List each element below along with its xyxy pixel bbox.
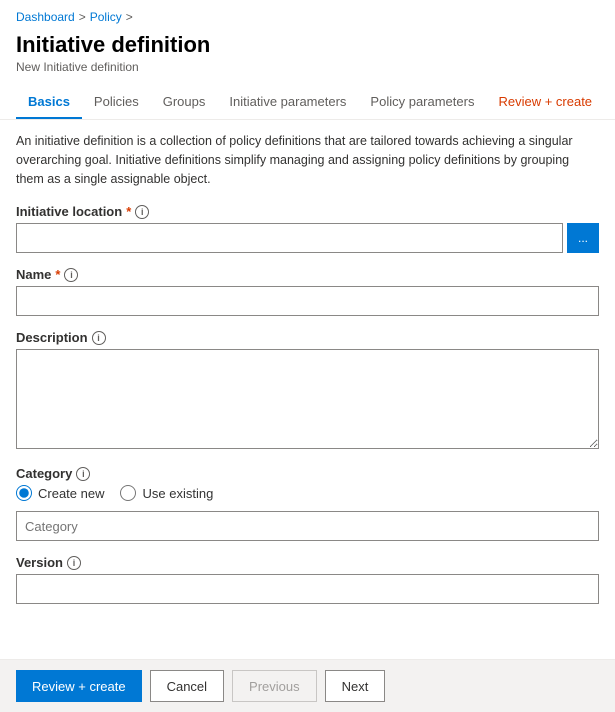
description-label: Description i (16, 330, 599, 345)
category-use-existing-label: Use existing (142, 486, 213, 501)
category-create-new-radio[interactable] (16, 485, 32, 501)
tab-policies[interactable]: Policies (82, 86, 151, 119)
category-create-new-label: Create new (38, 486, 104, 501)
version-label: Version i (16, 555, 599, 570)
category-radio-group: Create new Use existing (16, 485, 599, 501)
breadcrumb-sep-1: > (79, 10, 86, 24)
version-input[interactable] (16, 574, 599, 604)
tabs-container: Basics Policies Groups Initiative parame… (0, 86, 615, 120)
tab-review-create[interactable]: Review + create (486, 86, 604, 119)
name-label: Name * i (16, 267, 599, 282)
next-button[interactable]: Next (325, 670, 386, 702)
initiative-location-label: Initiative location * i (16, 204, 599, 219)
review-create-button[interactable]: Review + create (16, 670, 142, 702)
tab-groups[interactable]: Groups (151, 86, 218, 119)
page-subtitle: New Initiative definition (16, 60, 599, 74)
required-marker: * (126, 204, 131, 219)
page-header: Initiative definition New Initiative def… (0, 28, 615, 76)
cancel-button[interactable]: Cancel (150, 670, 224, 702)
page-title: Initiative definition (16, 32, 599, 58)
breadcrumb-dashboard[interactable]: Dashboard (16, 10, 75, 24)
tab-initiative-parameters[interactable]: Initiative parameters (217, 86, 358, 119)
tab-basics[interactable]: Basics (16, 86, 82, 119)
name-input[interactable] (16, 286, 599, 316)
main-content: An initiative definition is a collection… (0, 120, 615, 630)
breadcrumb-sep-2: > (126, 10, 133, 24)
initiative-location-input[interactable] (16, 223, 563, 253)
initiative-location-info-icon[interactable]: i (135, 205, 149, 219)
description-text: An initiative definition is a collection… (16, 132, 599, 188)
description-input[interactable] (16, 349, 599, 449)
breadcrumb: Dashboard > Policy > (0, 0, 615, 28)
category-label: Category i (16, 466, 599, 481)
category-create-new-option[interactable]: Create new (16, 485, 104, 501)
category-info-icon[interactable]: i (76, 467, 90, 481)
footer: Review + create Cancel Previous Next (0, 659, 615, 712)
name-group: Name * i (16, 267, 599, 316)
name-required-marker: * (55, 267, 60, 282)
description-group: Description i (16, 330, 599, 452)
name-info-icon[interactable]: i (64, 268, 78, 282)
description-info-icon[interactable]: i (92, 331, 106, 345)
category-use-existing-option[interactable]: Use existing (120, 485, 213, 501)
initiative-location-group: Initiative location * i ... (16, 204, 599, 253)
browse-button[interactable]: ... (567, 223, 599, 253)
category-use-existing-radio[interactable] (120, 485, 136, 501)
previous-button: Previous (232, 670, 317, 702)
category-input[interactable] (16, 511, 599, 541)
tab-policy-parameters[interactable]: Policy parameters (358, 86, 486, 119)
breadcrumb-policy[interactable]: Policy (90, 10, 122, 24)
initiative-location-input-row: ... (16, 223, 599, 253)
category-group: Category i Create new Use existing (16, 466, 599, 541)
version-group: Version i (16, 555, 599, 604)
version-info-icon[interactable]: i (67, 556, 81, 570)
